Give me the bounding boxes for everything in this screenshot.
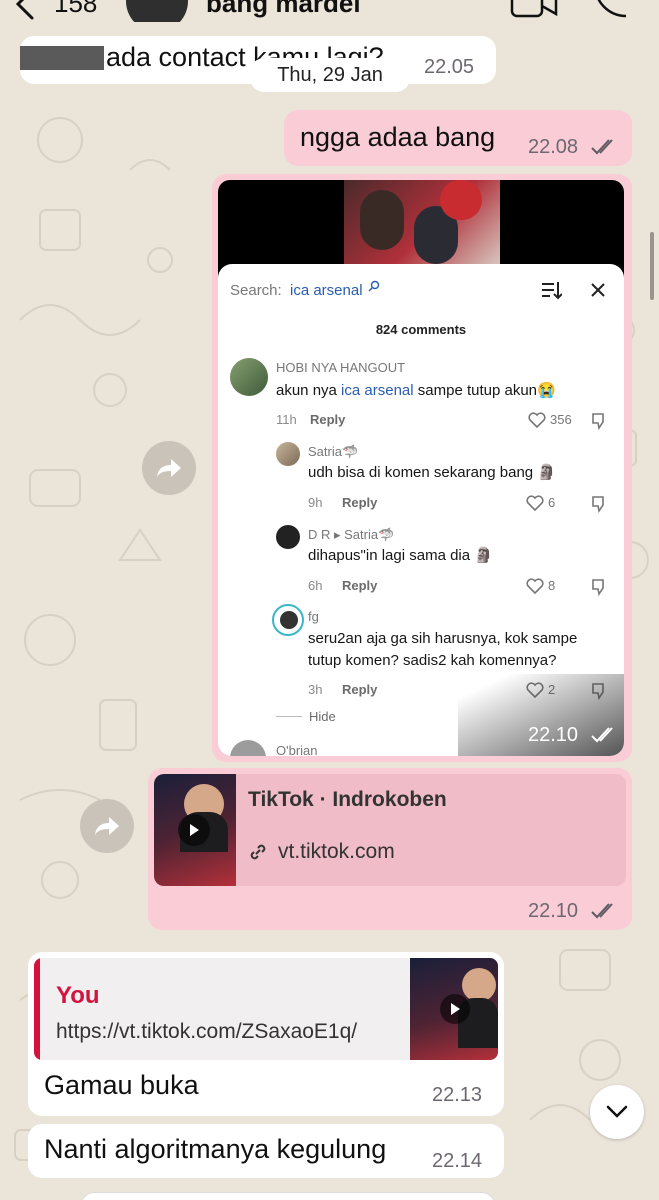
scroll-to-bottom-button[interactable]	[590, 1085, 644, 1139]
comment-count: 824 comments	[375, 322, 467, 337]
dislike-icon[interactable]	[590, 495, 608, 513]
link-icon	[250, 844, 266, 860]
unread-count[interactable]: 158	[54, 0, 97, 19]
comment-age: 11h	[276, 412, 297, 427]
link-title: TikTok · Indrokoben	[248, 788, 447, 811]
comment-username[interactable]: Satria🦈	[308, 444, 358, 460]
commenter-avatar[interactable]	[276, 525, 300, 549]
dislike-icon[interactable]	[590, 578, 608, 596]
hide-divider	[276, 716, 302, 717]
contact-name[interactable]: bang mardei	[206, 0, 361, 19]
reply-button[interactable]: Reply	[342, 578, 377, 593]
message-input[interactable]	[80, 1192, 496, 1200]
avatar[interactable]	[126, 0, 188, 22]
comment-age: 3h	[308, 682, 323, 697]
search-label: Search:	[230, 282, 282, 299]
quote-accent-bar	[34, 958, 40, 1060]
message-time: 22.13	[432, 1084, 483, 1106]
heart-icon[interactable]	[526, 495, 544, 511]
date-chip: Thu, 29 Jan	[250, 58, 410, 92]
reply-button[interactable]: Reply	[342, 682, 377, 697]
search-icon	[368, 280, 380, 292]
read-ticks-icon	[591, 903, 613, 919]
back-icon[interactable]	[12, 0, 38, 20]
forward-icon	[95, 817, 119, 835]
tiktok-comments-sheet: Search: ica arsenal 824 comments HOBI NY…	[218, 264, 624, 756]
comment-text: udh bisa di komen sekarang bang 🗿	[308, 464, 556, 481]
message-time: 22.05	[424, 56, 475, 78]
message-time: 22.10	[528, 900, 579, 922]
like-count: 8	[548, 578, 556, 593]
commenter-avatar[interactable]	[230, 358, 268, 396]
message-time: 22.08	[528, 136, 579, 158]
scrollbar[interactable]	[650, 232, 654, 300]
quote-author: You	[56, 982, 100, 1009]
quote-thumbnail	[410, 958, 498, 1060]
comment-text: seru2an aja ga sih harusnya, kok sampe t…	[308, 630, 578, 669]
message-text: ngga adaa bang	[300, 122, 496, 152]
forward-button[interactable]	[80, 799, 134, 853]
close-icon[interactable]	[590, 282, 606, 298]
comment-username[interactable]: fg	[308, 609, 319, 624]
comment-age: 6h	[308, 578, 323, 593]
sort-icon[interactable]	[540, 280, 562, 300]
read-ticks-icon	[591, 727, 613, 743]
like-count: 356	[550, 412, 572, 427]
heart-icon[interactable]	[528, 412, 546, 428]
read-ticks-icon	[591, 139, 613, 155]
comment-text: akun nya ica arsenal sampe tutup akun😭	[276, 382, 556, 399]
video-thumbnail	[344, 180, 500, 266]
incoming-reply-message[interactable]: You https://vt.tiktok.com/ZSaxaoE1q/ Gam…	[28, 952, 504, 1116]
dislike-icon[interactable]	[590, 412, 608, 430]
commenter-avatar[interactable]	[230, 740, 266, 756]
message-time: 22.14	[432, 1150, 483, 1172]
message-text: Nanti algoritmanya kegulung	[44, 1134, 387, 1164]
heart-icon[interactable]	[526, 578, 544, 594]
comment-age: 9h	[308, 495, 323, 510]
search-query[interactable]: ica arsenal	[290, 282, 363, 299]
chevron-down-icon	[606, 1105, 628, 1118]
outgoing-link-message[interactable]: TikTok · Indrokoben vt.tiktok.com 22.10	[148, 768, 632, 930]
like-count: 6	[548, 495, 556, 510]
quote-text: https://vt.tiktok.com/ZSaxaoE1q/	[56, 1020, 358, 1043]
video-call-icon[interactable]	[510, 0, 558, 20]
outgoing-message[interactable]: ngga adaa bang 22.08	[284, 110, 632, 166]
comment-username[interactable]: D R ▸ Satria🦈	[308, 527, 394, 543]
redacted-text	[20, 46, 104, 70]
chat-header: 158 bang mardei	[0, 0, 659, 22]
commenter-avatar[interactable]	[276, 442, 300, 466]
reply-button[interactable]: Reply	[310, 412, 345, 427]
forward-button[interactable]	[142, 441, 196, 495]
quoted-message[interactable]: You https://vt.tiktok.com/ZSaxaoE1q/	[34, 958, 498, 1060]
comment-text: dihapus"in lagi sama dia 🗿	[308, 547, 493, 564]
phone-call-icon[interactable]	[590, 0, 630, 20]
play-icon	[440, 994, 470, 1024]
incoming-message[interactable]: Nanti algoritmanya kegulung 22.14	[28, 1124, 504, 1178]
message-time: 22.10	[528, 724, 579, 746]
forward-icon	[157, 459, 181, 477]
hide-replies-button[interactable]: Hide	[309, 709, 336, 724]
comment-username[interactable]: HOBI NYA HANGOUT	[276, 360, 405, 375]
message-text: Gamau buka	[44, 1070, 199, 1100]
link-url[interactable]: vt.tiktok.com	[278, 840, 395, 864]
comment-username[interactable]: O'brian	[276, 743, 318, 756]
commenter-avatar[interactable]	[272, 604, 304, 636]
link-preview-card[interactable]: TikTok · Indrokoben vt.tiktok.com	[154, 774, 626, 886]
link-thumbnail	[154, 774, 236, 886]
play-icon	[178, 814, 210, 846]
reply-button[interactable]: Reply	[342, 495, 377, 510]
